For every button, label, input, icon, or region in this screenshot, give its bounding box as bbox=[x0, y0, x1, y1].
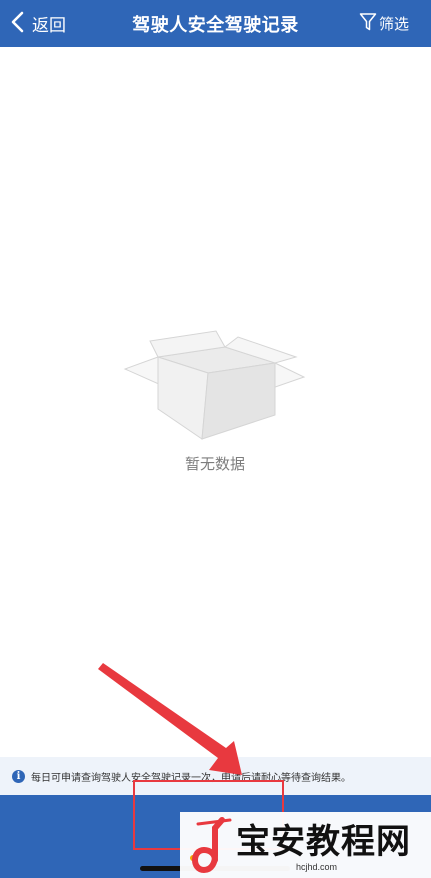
back-button[interactable]: 返回 bbox=[10, 0, 66, 47]
empty-box-icon bbox=[120, 329, 310, 444]
watermark-url: hcjhd.com bbox=[296, 862, 338, 872]
empty-message: 暂无数据 bbox=[184, 455, 245, 473]
filter-button[interactable]: 筛选 bbox=[359, 0, 409, 47]
filter-label: 筛选 bbox=[378, 15, 409, 33]
funnel-icon bbox=[359, 12, 377, 36]
nav-header: 返回 驾驶人安全驾驶记录 筛选 bbox=[0, 0, 431, 47]
page-title: 驾驶人安全驾驶记录 bbox=[132, 14, 299, 36]
app-screen: 返回 驾驶人安全驾驶记录 筛选 暂无数据 i 每日可申请查询驾驶人安全驾驶记录一… bbox=[0, 0, 431, 878]
watermark-brand: 宝安教程网 bbox=[236, 822, 411, 862]
empty-state: 暂无数据 bbox=[120, 329, 310, 489]
watermark: 宝安教程网 hcjhd.com bbox=[180, 812, 431, 878]
back-label: 返回 bbox=[32, 16, 66, 36]
chevron-left-icon bbox=[10, 11, 26, 37]
records-list: 暂无数据 bbox=[0, 47, 431, 757]
info-icon: i bbox=[12, 769, 25, 783]
